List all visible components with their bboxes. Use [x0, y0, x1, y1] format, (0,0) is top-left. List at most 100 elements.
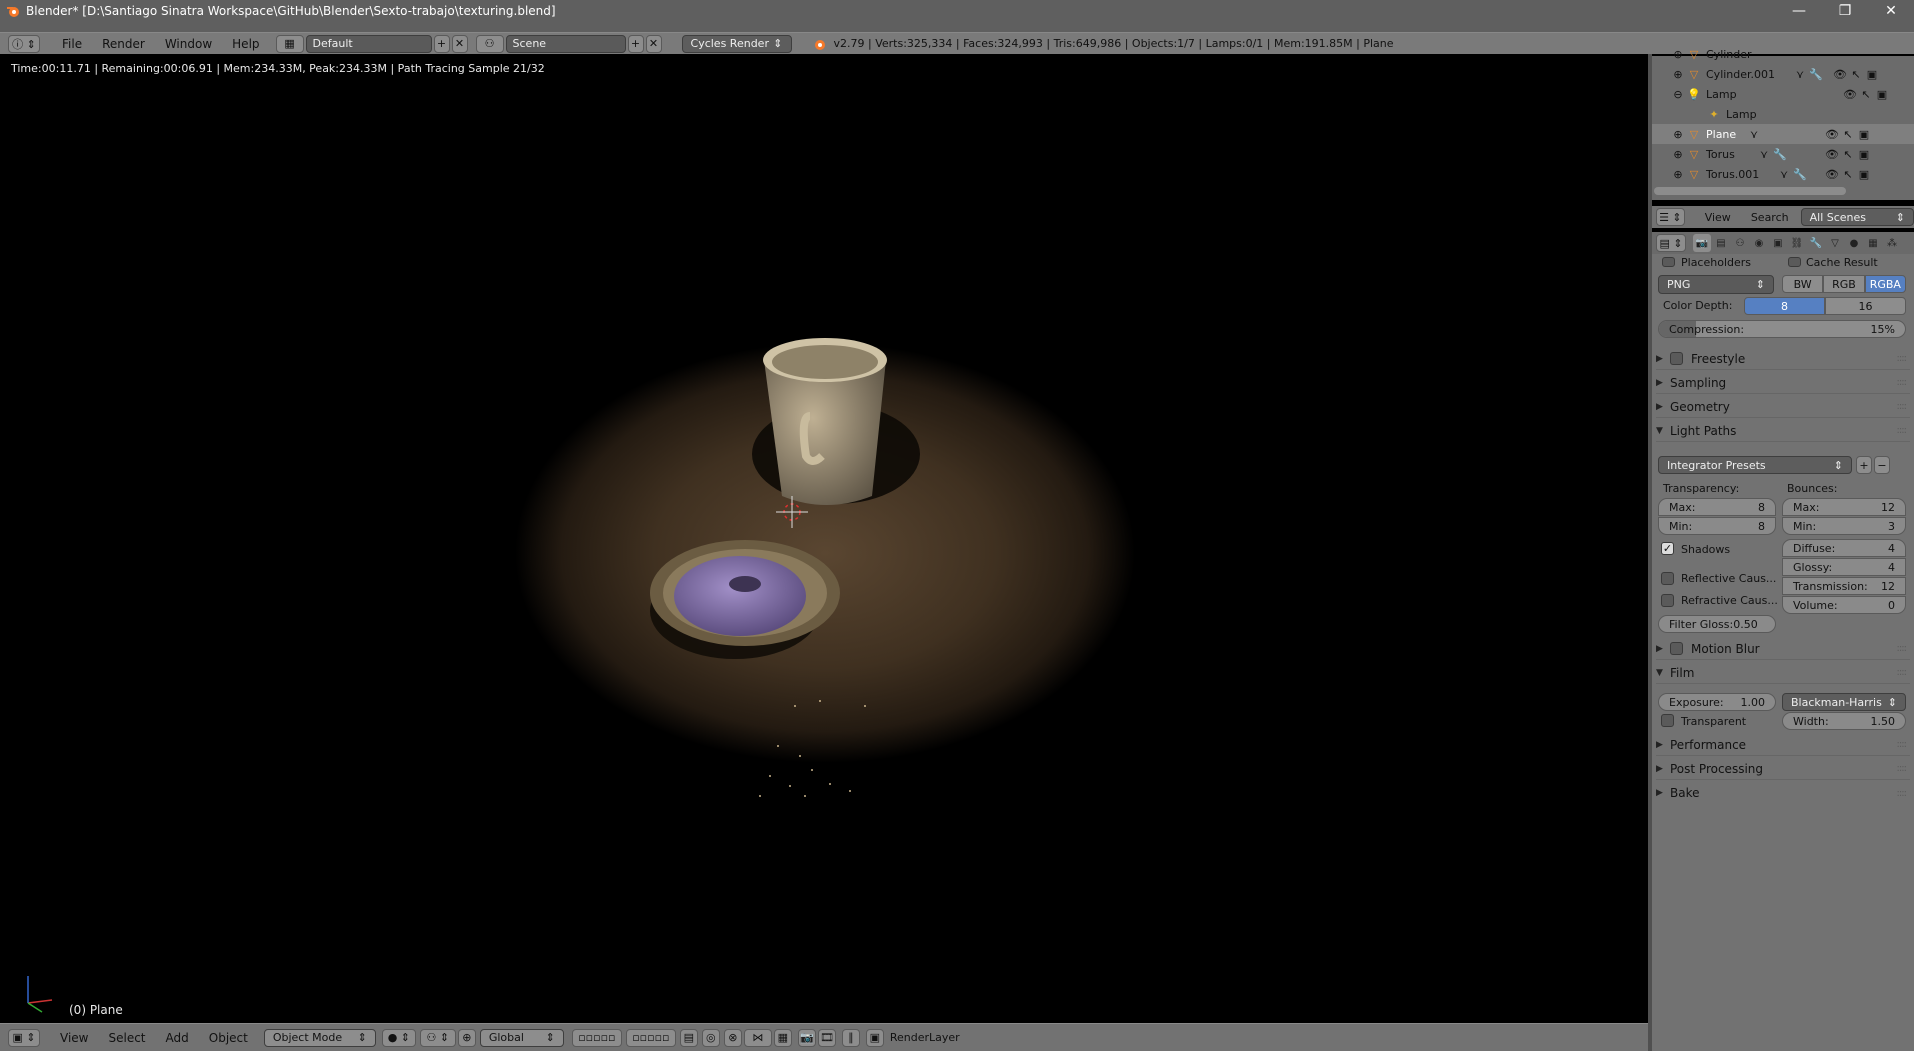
color-depth-8[interactable]: 8: [1744, 297, 1825, 315]
exposure-field[interactable]: Exposure: 1.00: [1658, 693, 1776, 711]
restore-button[interactable]: ❐: [1822, 0, 1868, 22]
snap-element-icon[interactable]: ⋈: [743, 1028, 772, 1047]
color-mode-bw[interactable]: BW: [1782, 275, 1824, 293]
reflective-caustics-checkbox[interactable]: [1661, 572, 1674, 585]
visibility-eye-icon[interactable]: 👁: [1832, 66, 1848, 82]
transmission-bounces-field[interactable]: Transmission: 12: [1782, 577, 1906, 595]
minimize-button[interactable]: —: [1776, 0, 1822, 22]
menu-file[interactable]: File: [52, 37, 92, 51]
3d-viewport[interactable]: Time:00:11.71 | Remaining:00:06.91 | Mem…: [0, 56, 1648, 1023]
bounces-min-field[interactable]: Min: 3: [1782, 517, 1906, 535]
remove-layout-icon[interactable]: ✕: [451, 34, 468, 53]
color-mode-rgb[interactable]: RGB: [1823, 275, 1865, 293]
outliner-row[interactable]: ⊖ 💡 Lamp 👁 ↖ ▣: [1652, 84, 1914, 104]
orientation-dropdown[interactable]: Global ⇕: [479, 1028, 564, 1047]
renderable-camera-icon[interactable]: ▣: [1874, 86, 1890, 102]
cache-result-checkbox[interactable]: [1788, 257, 1801, 267]
opengl-render-icon[interactable]: 📷: [797, 1028, 816, 1047]
expand-icon[interactable]: ⊕: [1670, 126, 1686, 142]
add-layout-icon[interactable]: +: [433, 34, 450, 53]
render-engine-dropdown[interactable]: Cycles Render ⇕: [681, 34, 792, 53]
section-light-paths[interactable]: ▼ Light Paths::::: [1656, 420, 1910, 442]
particles-tab-icon[interactable]: ⁂: [1883, 234, 1901, 252]
scene-field[interactable]: Scene: [505, 34, 626, 53]
menu-view[interactable]: View: [1705, 211, 1731, 224]
scene-tab-icon[interactable]: ⚇: [1731, 234, 1749, 252]
menu-help[interactable]: Help: [222, 37, 269, 51]
render-tab-icon[interactable]: 📷: [1693, 234, 1711, 252]
section-geometry[interactable]: ▶ Geometry::::: [1656, 396, 1910, 418]
layers-row-1-icon[interactable]: ▫▫▫▫▫: [571, 1028, 622, 1047]
render-layer-icon[interactable]: ▣: [865, 1028, 884, 1047]
visibility-eye-icon[interactable]: 👁: [1842, 86, 1858, 102]
pivot-icon[interactable]: ⚇ ⇕: [419, 1028, 456, 1047]
remove-scene-icon[interactable]: ✕: [645, 34, 662, 53]
outliner-row-selected[interactable]: ⊕ ▽ Plane ⋎ 👁 ↖ ▣: [1652, 124, 1914, 144]
lock-layers-icon[interactable]: ▤: [679, 1028, 698, 1047]
section-freestyle[interactable]: ▶ Freestyle::::: [1656, 348, 1910, 370]
filter-gloss-field[interactable]: Filter Gloss:0.50: [1658, 615, 1776, 633]
scene-icon[interactable]: ⚇: [475, 34, 504, 53]
section-motion-blur[interactable]: ▶ Motion Blur::::: [1656, 638, 1910, 660]
drag-grip-icon[interactable]: ::::: [1897, 643, 1908, 654]
expand-icon[interactable]: ⊕: [1670, 66, 1686, 82]
menu-view[interactable]: View: [50, 1031, 98, 1045]
color-mode-rgba[interactable]: RGBA: [1864, 275, 1906, 293]
add-preset-icon[interactable]: +: [1856, 456, 1872, 474]
outliner-row[interactable]: ⊕ ▽ Cylinder.001 ⋎ 🔧 👁 ↖ ▣: [1652, 64, 1914, 84]
snap-icon[interactable]: ⊗: [723, 1028, 742, 1047]
collapse-icon[interactable]: ⊖: [1670, 86, 1686, 102]
placeholders-checkbox[interactable]: [1662, 257, 1675, 267]
outliner-row[interactable]: ⊕ ▽ Torus.001 ⋎ 🔧 👁 ↖ ▣: [1652, 164, 1914, 184]
volume-bounces-field[interactable]: Volume: 0: [1782, 596, 1906, 614]
drag-grip-icon[interactable]: ::::: [1897, 377, 1908, 388]
motion-blur-checkbox[interactable]: [1670, 642, 1683, 655]
renderable-camera-icon[interactable]: ▣: [1856, 146, 1872, 162]
add-scene-icon[interactable]: +: [627, 34, 644, 53]
outliner-row[interactable]: ⊕ ▽ Cylinder: [1652, 44, 1914, 64]
refractive-caustics-checkbox[interactable]: [1661, 594, 1674, 607]
diffuse-bounces-field[interactable]: Diffuse: 4: [1782, 539, 1906, 557]
editor-type-outliner-icon[interactable]: ☰ ⇕: [1656, 208, 1685, 226]
color-depth-16[interactable]: 16: [1825, 297, 1906, 315]
section-sampling[interactable]: ▶ Sampling::::: [1656, 372, 1910, 394]
remove-preset-icon[interactable]: −: [1874, 456, 1890, 474]
drag-grip-icon[interactable]: ::::: [1897, 353, 1908, 364]
display-mode-dropdown[interactable]: All Scenes ⇕: [1800, 208, 1914, 226]
object-tab-icon[interactable]: ▣: [1769, 234, 1787, 252]
snap-target-icon[interactable]: ▦: [773, 1028, 792, 1047]
modifiers-tab-icon[interactable]: 🔧: [1807, 234, 1825, 252]
editor-type-properties-icon[interactable]: ▤ ⇕: [1656, 234, 1686, 252]
menu-window[interactable]: Window: [155, 37, 222, 51]
selectable-cursor-icon[interactable]: ↖: [1848, 66, 1864, 82]
render-layers-tab-icon[interactable]: ▤: [1712, 234, 1730, 252]
pixel-filter-dropdown[interactable]: Blackman-Harris ⇕: [1782, 693, 1906, 711]
transparency-max-field[interactable]: Max: 8: [1658, 498, 1776, 516]
outliner-row[interactable]: ✦ Lamp: [1652, 104, 1914, 124]
visibility-eye-icon[interactable]: 👁: [1824, 166, 1840, 182]
texture-tab-icon[interactable]: ▦: [1864, 234, 1882, 252]
drag-grip-icon[interactable]: ::::: [1897, 425, 1908, 436]
visibility-eye-icon[interactable]: 👁: [1824, 146, 1840, 162]
pause-icon[interactable]: ∥: [841, 1028, 860, 1047]
drag-grip-icon[interactable]: ::::: [1897, 788, 1908, 799]
selectable-cursor-icon[interactable]: ↖: [1840, 146, 1856, 162]
section-film[interactable]: ▼ Film::::: [1656, 662, 1910, 684]
editor-type-3d-icon[interactable]: ▣ ⇕: [8, 1028, 40, 1047]
menu-select[interactable]: Select: [98, 1031, 155, 1045]
renderable-camera-icon[interactable]: ▣: [1856, 126, 1872, 142]
mode-dropdown[interactable]: Object Mode ⇕: [263, 1028, 376, 1047]
menu-render[interactable]: Render: [92, 37, 155, 51]
freestyle-checkbox[interactable]: [1670, 352, 1683, 365]
compression-slider[interactable]: Compression: 15%: [1658, 320, 1906, 338]
expand-icon[interactable]: ⊕: [1670, 146, 1686, 162]
drag-grip-icon[interactable]: ::::: [1897, 763, 1908, 774]
menu-search[interactable]: Search: [1751, 211, 1789, 224]
screen-layout-icon[interactable]: ▦: [275, 34, 304, 53]
selectable-cursor-icon[interactable]: ↖: [1840, 166, 1856, 182]
expand-icon[interactable]: ⊕: [1670, 166, 1686, 182]
selectable-cursor-icon[interactable]: ↖: [1840, 126, 1856, 142]
manipulator-icon[interactable]: ⊕: [457, 1028, 476, 1047]
outliner-horizontal-scrollbar[interactable]: [1654, 187, 1846, 195]
data-tab-icon[interactable]: ▽: [1826, 234, 1844, 252]
